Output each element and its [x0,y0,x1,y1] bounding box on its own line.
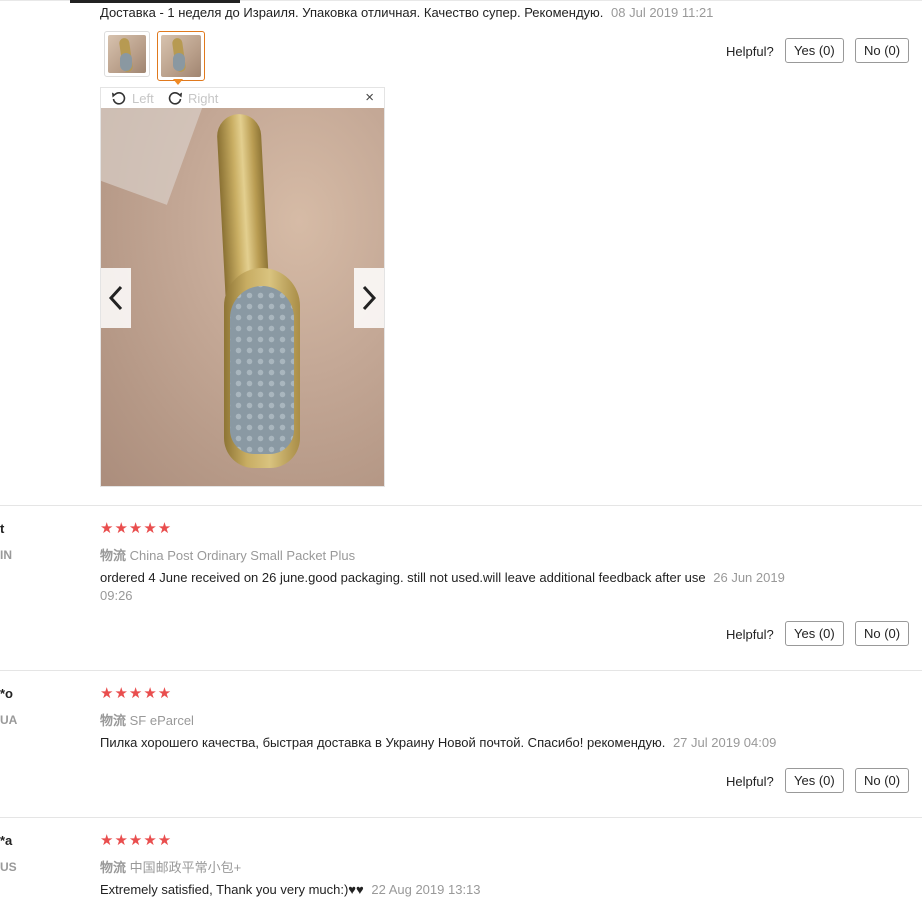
review-body: Доставка - 1 неделя до Израиля. Упаковка… [100,5,604,20]
star-rating: ★★★★★ [100,520,173,537]
helpful-no-button[interactable]: No (0) [855,38,910,63]
review-photo-thumbnail[interactable] [104,31,150,77]
helpful-yes-button[interactable]: Yes (0) [785,38,844,63]
chevron-left-icon [108,285,123,311]
photo-viewer-toolbar: Left Right × [101,88,384,108]
logistics-method: SF eParcel [129,713,194,728]
chevron-right-icon [362,285,377,311]
rotate-right-icon [168,92,182,105]
reviewer-name: *a [0,833,13,848]
logistics-label: 物流 [100,860,127,875]
review-body: Пилка хорошего качества, быстрая доставк… [100,735,666,750]
review-divider [0,817,922,818]
thumbnail-pointer [173,79,183,85]
active-tab-indicator [70,0,240,3]
helpful-label: Helpful? [726,627,774,642]
star-rating: ★★★★★ [100,832,173,849]
review-body: ordered 4 June received on 26 june.good … [100,570,706,585]
review-divider [0,670,922,671]
review-date: 26 Jun 2019 [713,570,785,585]
logistics-method: 中国邮政平常小包+ [129,860,242,875]
rotate-left-button[interactable]: Left [111,89,154,107]
reviewer-country: US [0,860,17,874]
review-date: 08 Jul 2019 11:21 [611,5,714,20]
review-text: Extremely satisfied, Thank you very much… [100,882,481,897]
thumbnail-image [108,35,146,73]
helpful-no-button[interactable]: No (0) [855,621,910,646]
photo-viewer: Left Right × [100,87,385,487]
review-date: 27 Jul 2019 04:09 [672,735,777,750]
logistics-label: 物流 [100,713,127,728]
thumbnail-image [161,35,201,77]
review-photo-thumbnail-active[interactable] [157,31,205,81]
logistics-info: 物流 中国邮政平常小包+ [100,857,241,876]
previous-photo-button[interactable] [101,268,131,328]
helpful-yes-button[interactable]: Yes (0) [785,768,844,793]
next-photo-button[interactable] [354,268,384,328]
logistics-info: 物流 China Post Ordinary Small Packet Plus [100,545,355,564]
logistics-info: 物流 SF eParcel [100,710,194,729]
helpful-yes-button[interactable]: Yes (0) [785,621,844,646]
review-text: Доставка - 1 неделя до Израиля. Упаковка… [100,5,713,20]
reviewer-country: IN [0,548,12,562]
logistics-method: China Post Ordinary Small Packet Plus [129,548,356,563]
reviewer-name: *o [0,686,13,701]
star-rating: ★★★★★ [100,685,173,702]
review-photo [101,108,384,486]
review-body: Extremely satisfied, Thank you very much… [100,882,364,897]
helpful-label: Helpful? [726,774,774,789]
rotate-left-label: Left [132,90,154,106]
logistics-label: 物流 [100,548,127,563]
helpful-label: Helpful? [726,44,774,59]
close-icon[interactable]: × [365,90,374,106]
rotate-left-icon [112,92,126,105]
helpful-no-button[interactable]: No (0) [855,768,910,793]
reviewer-country: UA [0,713,18,727]
review-text: Пилка хорошего качества, быстрая доставк… [100,735,776,750]
reviewer-name: t [0,521,5,536]
review-text: ordered 4 June received on 26 june.good … [100,570,785,585]
rotate-right-label: Right [188,90,219,106]
review-date-continued: 09:26 [100,588,133,603]
rotate-right-button[interactable]: Right [167,89,218,107]
review-date: 22 Aug 2019 13:13 [371,882,481,897]
review-divider [0,505,922,506]
